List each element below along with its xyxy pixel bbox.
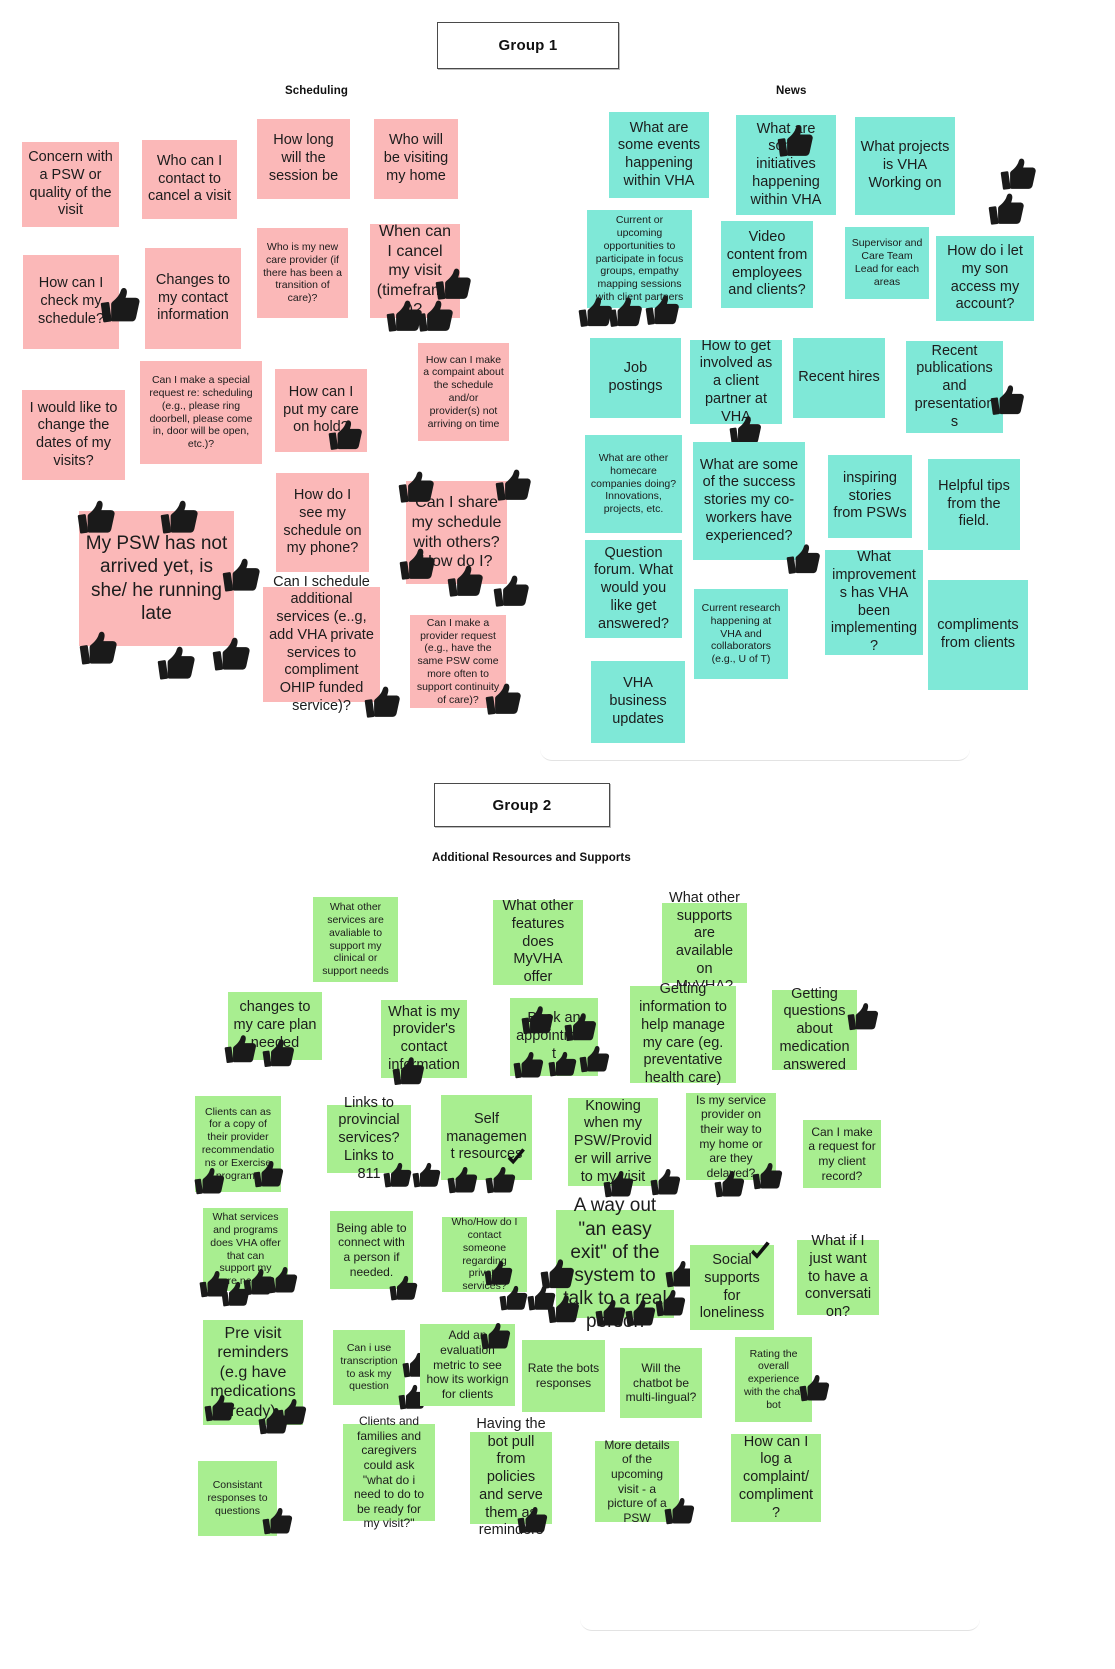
sticky-note[interactable]: Who will be visiting my home (374, 119, 458, 199)
sticky-note[interactable]: Who can I contact to cancel a visit (142, 140, 237, 219)
sticky-note[interactable]: changes to my care plan needed (228, 992, 322, 1060)
thumbs-up-icon (988, 190, 1026, 228)
group-1-title-box: Group 1 (437, 22, 619, 69)
thumbs-up-icon (157, 643, 197, 683)
check-mark-icon (748, 1240, 772, 1264)
sticky-note[interactable]: Question forum. What would you like get … (585, 540, 682, 638)
sticky-note[interactable]: Who is my new care provider (if there ha… (257, 228, 348, 318)
check-mark-icon (505, 1147, 527, 1169)
sticky-note[interactable]: What other features does MyVHA offer (493, 898, 583, 985)
sticky-note[interactable]: Changes to my contact information (145, 248, 241, 349)
section-heading-news: News (776, 85, 807, 97)
group-2-title: Group 2 (492, 796, 552, 814)
sticky-note[interactable]: Can I schedule additional services (e..g… (263, 574, 380, 714)
group-2-title-box: Group 2 (434, 783, 610, 827)
sticky-note[interactable]: I would like to change the dates of my v… (22, 390, 125, 480)
sticky-note[interactable]: Getting questions about medication answe… (772, 986, 857, 1073)
thumbs-up-icon (412, 1160, 442, 1190)
sticky-note[interactable]: Being able to connect with a person if n… (330, 1211, 413, 1289)
sticky-note[interactable]: When can I cancel my visit (timeframe)? (370, 223, 460, 318)
sticky-note[interactable]: How do I see my schedule on my phone? (276, 473, 369, 572)
sticky-note[interactable]: What improvements has VHA been implement… (825, 549, 923, 655)
sticky-note[interactable]: VHA business updates (591, 661, 685, 743)
sticky-note[interactable]: Can I share my schedule with others? How… (406, 481, 507, 584)
sticky-note[interactable]: Job postings (590, 338, 681, 418)
sticky-note[interactable]: Current research happening at VHA and co… (694, 589, 788, 679)
sticky-note[interactable]: What are other homecare companies doing?… (585, 435, 682, 533)
sticky-note[interactable]: Can I make a special request re: schedul… (140, 361, 262, 464)
sticky-note[interactable]: How can I check my schedule? (23, 255, 119, 349)
sticky-note[interactable]: How long will the session be (257, 119, 350, 199)
sticky-note[interactable]: Recent hires (793, 338, 885, 418)
sticky-note[interactable]: Knowing when my PSW/Provider will arrive… (568, 1098, 658, 1186)
sticky-note[interactable]: Getting information to help manage my ca… (630, 981, 736, 1086)
thumbs-up-icon (527, 1283, 557, 1313)
sticky-note[interactable]: How can I put my care on hold? (275, 369, 367, 452)
sticky-note[interactable]: More details of the upcoming visit - a p… (595, 1438, 679, 1525)
sticky-note[interactable]: What are some events happening within VH… (609, 112, 709, 198)
sticky-note[interactable]: Links to provincial services? Links to 8… (327, 1095, 411, 1182)
sticky-note[interactable]: Having the bot pull from policies and se… (470, 1416, 552, 1538)
sticky-note[interactable]: Who/How do I contact someone regarding p… (442, 1216, 527, 1292)
sticky-note[interactable]: What projects is VHA Working on (855, 117, 955, 215)
sticky-note[interactable]: Can I make a request for my client recor… (803, 1120, 881, 1188)
sticky-note[interactable]: What services and programs does VHA offe… (203, 1208, 288, 1291)
sticky-note[interactable]: What are some initiatives happening with… (736, 115, 836, 215)
section-heading-scheduling: Scheduling (285, 85, 348, 97)
sticky-note[interactable]: A way out "an easy exit" of the system t… (556, 1195, 674, 1332)
sticky-note[interactable]: How can I make a compaint about the sche… (418, 343, 509, 441)
sticky-note[interactable]: Clients and families and caregivers coul… (343, 1414, 435, 1530)
sticky-note[interactable]: How can I log a complaint/ compliment? (731, 1434, 821, 1522)
sticky-note[interactable]: Video content from employees and clients… (721, 221, 813, 308)
sticky-note[interactable]: Helpful tips from the field. (928, 459, 1020, 550)
sticky-note[interactable]: What if I just want to have a conversati… (797, 1233, 879, 1320)
sticky-note[interactable]: inspiring stories from PSWs (828, 455, 912, 538)
sticky-note[interactable]: My PSW has not arrived yet, is she/ he r… (79, 511, 234, 646)
sticky-note[interactable]: What is my provider's contact informatio… (381, 1000, 467, 1078)
sticky-note[interactable]: Recent publications and presentations (906, 341, 1003, 433)
sticky-note[interactable]: How do i let my son access my account? (936, 236, 1034, 321)
sticky-note[interactable]: Rate the bots responses (522, 1340, 605, 1412)
sticky-note[interactable]: Can I make a provider request (e.g., hav… (410, 615, 506, 708)
sticky-note[interactable]: Clients can as for a copy of their provi… (195, 1096, 281, 1192)
sticky-note[interactable]: Is my service provider on their way to m… (686, 1093, 776, 1180)
sticky-note[interactable]: Current or upcoming opportunities to par… (587, 210, 692, 308)
sticky-note[interactable]: Consistant responses to questions (198, 1461, 277, 1536)
group-1-title: Group 1 (498, 37, 558, 54)
sticky-note[interactable]: Pre visit reminders (e.g have medication… (203, 1320, 303, 1425)
sticky-note[interactable]: Will the chatbot be multi-lingual? (620, 1348, 702, 1418)
whiteboard-canvas: Group 1 Scheduling News Concern with a P… (0, 0, 1115, 1669)
section-heading-additional-resources: Additional Resources and Supports (432, 852, 631, 864)
thumbs-up-icon (1000, 155, 1038, 193)
sticky-note[interactable]: Concern with a PSW or quality of the vis… (22, 142, 119, 227)
sticky-note[interactable]: Rating the overall experience with the c… (735, 1337, 812, 1422)
sticky-note[interactable]: Can i use transcription to ask my questi… (333, 1330, 405, 1405)
sticky-note[interactable]: What other services are avaliable to sup… (313, 897, 398, 982)
sticky-note[interactable]: What other supports are available on MyV… (662, 890, 747, 994)
sticky-note[interactable]: compliments from clients (928, 580, 1028, 690)
sticky-note[interactable]: Book an appointment (510, 998, 598, 1076)
sticky-note[interactable]: What are some of the success stories my … (693, 442, 805, 560)
sticky-note[interactable]: Supervisor and Care Team Lead for each a… (845, 227, 929, 299)
sticky-note[interactable]: Add an evaluation metric to see how its … (420, 1324, 515, 1406)
sticky-note[interactable]: How to get involved as a client partner … (690, 338, 782, 425)
